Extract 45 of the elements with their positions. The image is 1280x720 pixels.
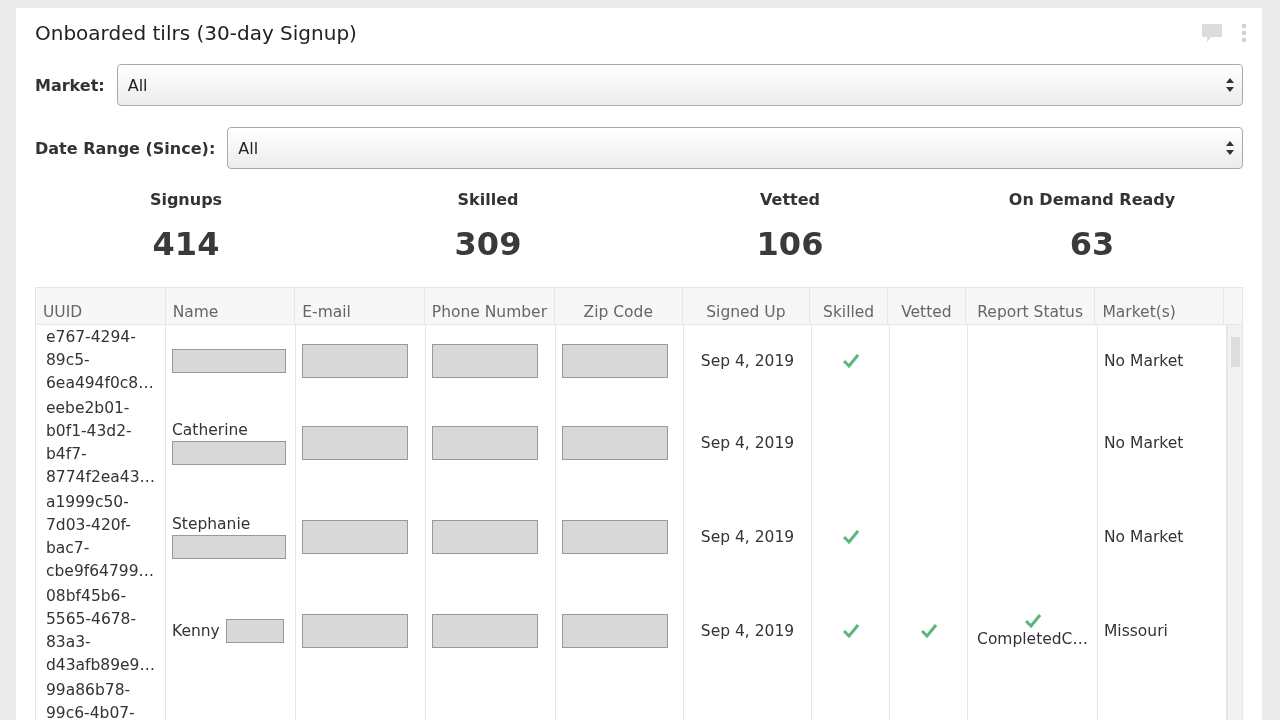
table-cell: CompletedC… [977, 630, 1088, 648]
more-options-icon[interactable] [1241, 23, 1247, 43]
stat-label: On Demand Ready [1008, 190, 1176, 209]
stat-label: Skilled [457, 190, 519, 209]
filter-label: Market: [35, 75, 105, 95]
column-header[interactable]: Name [165, 288, 296, 324]
table-cell: Sep 4, 2019 [700, 622, 795, 640]
name-text: Kenny [172, 622, 220, 640]
filter-label: Date Range (Since): [35, 138, 216, 158]
name-text: Stephanie [172, 515, 251, 533]
stat-label: Signups [149, 190, 223, 209]
column-header[interactable]: Report Status [965, 288, 1096, 324]
stat-label: Vetted [760, 190, 820, 209]
stat-value: 63 [1069, 225, 1115, 263]
table-cell: e767-4294- 89c5- 6ea494f0c8… [36, 325, 166, 396]
table-cell: Missouri [1104, 622, 1168, 640]
column-header[interactable]: Phone Number [424, 288, 555, 324]
column-header[interactable]: UUID [36, 288, 166, 324]
stat-value: 414 [152, 225, 220, 263]
column-header[interactable]: Market(s) [1095, 288, 1225, 324]
filter-select[interactable]: All [227, 127, 1243, 169]
table-cell: 99a86b78- 99c6-4b07- [36, 678, 166, 720]
table-cell: Sep 4, 2019 [700, 351, 795, 370]
stat-value: 309 [454, 225, 522, 263]
table-cell: 08bf45b6- 5565-4678- 83a3- d43afb89e9… [36, 584, 166, 678]
card-title: Onboarded tilrs (30-day Signup) [35, 21, 357, 45]
table-cell: a1999c50- 7d03-420f- bac7- cbe9f64799… [36, 490, 166, 584]
comment-icon[interactable] [1201, 23, 1223, 43]
scrollbar[interactable] [1227, 325, 1242, 720]
filter-select[interactable]: All [116, 64, 1243, 106]
table-cell: No Market [1104, 434, 1184, 452]
stat-value: 106 [756, 225, 824, 263]
table-cell: Sep 4, 2019 [700, 528, 795, 546]
name-text: Catherine [172, 421, 248, 439]
dropdown-arrows-icon [1226, 140, 1234, 156]
column-header[interactable]: Signed Up [682, 288, 811, 324]
column-header[interactable]: Zip Code [554, 288, 683, 324]
column-header[interactable]: Skilled [810, 288, 888, 324]
dropdown-arrows-icon [1226, 77, 1234, 93]
column-header[interactable]: E-mail [295, 288, 425, 324]
table-cell: Sep 4, 2019 [700, 434, 795, 452]
column-header[interactable]: Vetted [888, 288, 966, 324]
table-cell: No Market [1104, 528, 1184, 546]
table-cell: eebe2b01- b0f1-43d2- b4f7- 8774f2ea43… [36, 396, 166, 490]
table-cell: No Market [1104, 351, 1184, 370]
